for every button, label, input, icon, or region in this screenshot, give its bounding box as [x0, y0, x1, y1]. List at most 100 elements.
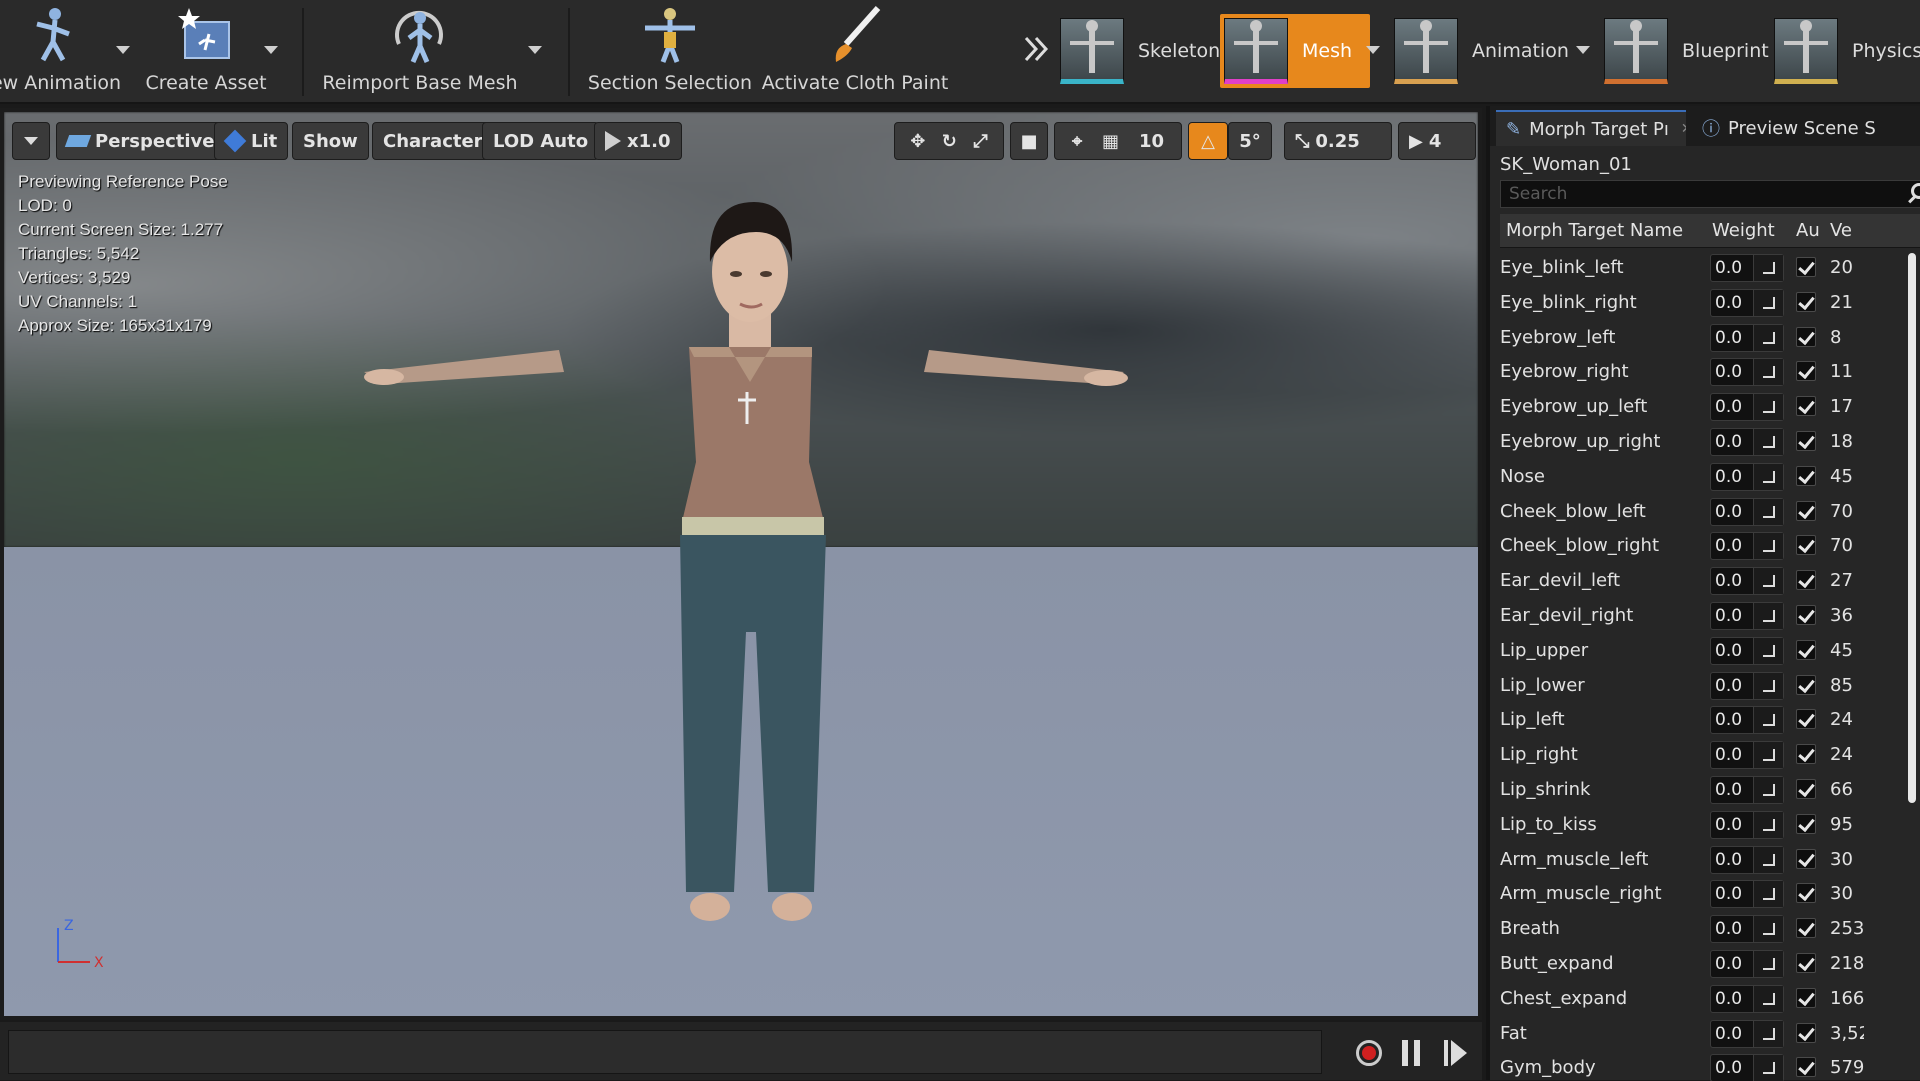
morph-target-row[interactable]: Ear_devil_right 0.0 36 — [1500, 599, 1920, 634]
surface-snap-icon[interactable]: ⌖ — [1072, 131, 1082, 152]
grid-snap-group[interactable]: ⌖ ▦ 10 — [1054, 122, 1182, 160]
morph-target-row[interactable]: Cheek_blow_left 0.0 70 — [1500, 495, 1920, 530]
expand-arrow-icon[interactable] — [1753, 568, 1783, 595]
auto-fill-checkbox[interactable] — [1796, 1022, 1816, 1043]
morph-target-row[interactable]: Arm_muscle_left 0.0 30 — [1500, 843, 1920, 878]
auto-fill-checkbox[interactable] — [1796, 952, 1816, 973]
perspective-button[interactable]: Perspective — [56, 122, 226, 160]
close-icon[interactable]: ✕ — [1681, 121, 1686, 137]
auto-fill-checkbox[interactable] — [1796, 570, 1816, 591]
auto-fill-checkbox[interactable] — [1796, 361, 1816, 382]
weight-input[interactable]: 0.0 — [1710, 636, 1784, 665]
auto-fill-checkbox[interactable] — [1796, 918, 1816, 939]
auto-fill-checkbox[interactable] — [1796, 709, 1816, 730]
step-forward-button[interactable] — [1444, 1040, 1467, 1066]
weight-input[interactable]: 0.0 — [1710, 427, 1784, 456]
expand-arrow-icon[interactable] — [1753, 324, 1783, 351]
lit-button[interactable]: Lit — [214, 122, 289, 160]
character-button[interactable]: Character — [372, 122, 494, 160]
morph-target-row[interactable]: Cheek_blow_right 0.0 70 — [1500, 529, 1920, 564]
auto-fill-checkbox[interactable] — [1796, 465, 1816, 486]
panel-scrollbar[interactable] — [1908, 253, 1916, 803]
morph-target-row[interactable]: Eyebrow_up_left 0.0 17 — [1500, 390, 1920, 425]
morph-target-row[interactable]: Fat 0.0 3,52 — [1500, 1017, 1920, 1052]
expand-arrow-icon[interactable] — [1753, 463, 1783, 490]
morph-target-row[interactable]: Butt_expand 0.0 218 — [1500, 947, 1920, 982]
weight-input[interactable]: 0.0 — [1710, 462, 1784, 491]
expand-arrow-icon[interactable] — [1753, 742, 1783, 769]
section-selection-button[interactable]: Section Selection — [588, 0, 752, 104]
weight-input[interactable]: 0.0 — [1710, 254, 1784, 282]
camera-speed-button[interactable]: ▶ 4 — [1398, 122, 1476, 160]
tab-morph-target-preview[interactable]: ✎ Morph Target Pı ✕ — [1496, 110, 1686, 146]
weight-input[interactable]: 0.0 — [1710, 984, 1784, 1013]
morph-target-row[interactable]: Lip_left 0.0 24 — [1500, 703, 1920, 738]
morph-target-row[interactable]: Eye_blink_left 0.0 20 — [1500, 251, 1920, 286]
weight-input[interactable]: 0.0 — [1710, 323, 1784, 352]
animation-dropdown-arrow[interactable] — [1576, 46, 1590, 54]
expand-arrow-icon[interactable] — [1753, 359, 1783, 386]
expand-arrow-icon[interactable] — [1753, 289, 1783, 316]
expand-arrow-icon[interactable] — [1753, 916, 1783, 943]
weight-input[interactable]: 0.0 — [1710, 915, 1784, 944]
auto-fill-checkbox[interactable] — [1796, 257, 1816, 277]
weight-input[interactable]: 0.0 — [1710, 671, 1784, 700]
expand-arrow-icon[interactable] — [1753, 255, 1783, 281]
mode-physics-button[interactable]: Physics — [1774, 14, 1920, 88]
scale-snap-icon[interactable]: ⤡ — [1295, 131, 1309, 152]
column-weight[interactable]: Weight — [1712, 220, 1775, 241]
weight-input[interactable]: 0.0 — [1710, 775, 1784, 804]
weight-input[interactable]: 0.0 — [1710, 949, 1784, 978]
weight-input[interactable]: 0.0 — [1710, 358, 1784, 387]
weight-input[interactable]: 0.0 — [1710, 1019, 1784, 1048]
expand-arrow-icon[interactable] — [1753, 707, 1783, 734]
expand-arrow-icon[interactable] — [1753, 672, 1783, 699]
scale-icon[interactable]: ⤢ — [973, 131, 987, 152]
expand-arrow-icon[interactable] — [1753, 1055, 1783, 1081]
auto-fill-checkbox[interactable] — [1796, 430, 1816, 451]
expand-arrow-icon[interactable] — [1753, 985, 1783, 1012]
auto-fill-checkbox[interactable] — [1796, 744, 1816, 765]
weight-input[interactable]: 0.0 — [1710, 532, 1784, 561]
create-asset-dropdown-arrow[interactable] — [264, 46, 278, 54]
rotate-icon[interactable]: ↻ — [942, 131, 957, 152]
mode-animation-button[interactable]: Animation — [1394, 14, 1569, 88]
morph-target-row[interactable]: Chest_expand 0.0 166 — [1500, 982, 1920, 1017]
mode-mesh-button[interactable]: Mesh — [1220, 14, 1371, 88]
lod-button[interactable]: LOD Auto — [482, 122, 600, 160]
auto-fill-checkbox[interactable] — [1796, 987, 1816, 1008]
morph-target-row[interactable]: Nose 0.0 45 — [1500, 460, 1920, 495]
morph-target-row[interactable]: Lip_right 0.0 24 — [1500, 738, 1920, 773]
morph-target-row[interactable]: Arm_muscle_right 0.0 30 — [1500, 877, 1920, 912]
auto-fill-checkbox[interactable] — [1796, 778, 1816, 799]
morph-target-row[interactable]: Lip_to_kiss 0.0 95 — [1500, 808, 1920, 843]
auto-fill-checkbox[interactable] — [1796, 604, 1816, 625]
morph-target-row[interactable]: Breath 0.0 253 — [1500, 912, 1920, 947]
auto-fill-checkbox[interactable] — [1796, 535, 1816, 556]
auto-fill-checkbox[interactable] — [1796, 674, 1816, 695]
rotation-snap-toggle[interactable]: △ — [1188, 122, 1228, 160]
column-auto[interactable]: Au — [1796, 220, 1820, 241]
scale-snap-group[interactable]: ⤡ 0.25 — [1284, 122, 1392, 160]
expand-arrow-icon[interactable] — [1753, 498, 1783, 525]
weight-input[interactable]: 0.0 — [1710, 741, 1784, 770]
expand-arrow-icon[interactable] — [1753, 811, 1783, 838]
rotation-snap-value[interactable]: 5° — [1228, 122, 1272, 160]
morph-target-row[interactable]: Lip_shrink 0.0 66 — [1500, 773, 1920, 808]
search-input[interactable]: Search — [1500, 180, 1920, 208]
morph-target-row[interactable]: Eye_blink_right 0.0 21 — [1500, 286, 1920, 321]
expand-arrow-icon[interactable] — [1753, 776, 1783, 803]
expand-arrow-icon[interactable] — [1753, 881, 1783, 908]
column-verts[interactable]: Ve — [1830, 220, 1858, 241]
activate-cloth-paint-button[interactable]: Activate Cloth Paint — [762, 0, 948, 104]
show-button[interactable]: Show — [292, 122, 369, 160]
expand-arrow-icon[interactable] — [1753, 846, 1783, 873]
preview-viewport[interactable]: Perspective Lit Show Character LOD Auto … — [0, 108, 1482, 1020]
morph-target-row[interactable]: Eyebrow_right 0.0 11 — [1500, 355, 1920, 390]
mode-skeleton-button[interactable]: Skeleton — [1060, 14, 1220, 88]
translate-icon[interactable]: ✥ — [910, 131, 925, 152]
weight-input[interactable]: 0.0 — [1710, 1054, 1784, 1081]
morph-target-row[interactable]: Eyebrow_up_right 0.0 18 — [1500, 425, 1920, 460]
weight-input[interactable]: 0.0 — [1710, 810, 1784, 839]
auto-fill-checkbox[interactable] — [1796, 813, 1816, 834]
